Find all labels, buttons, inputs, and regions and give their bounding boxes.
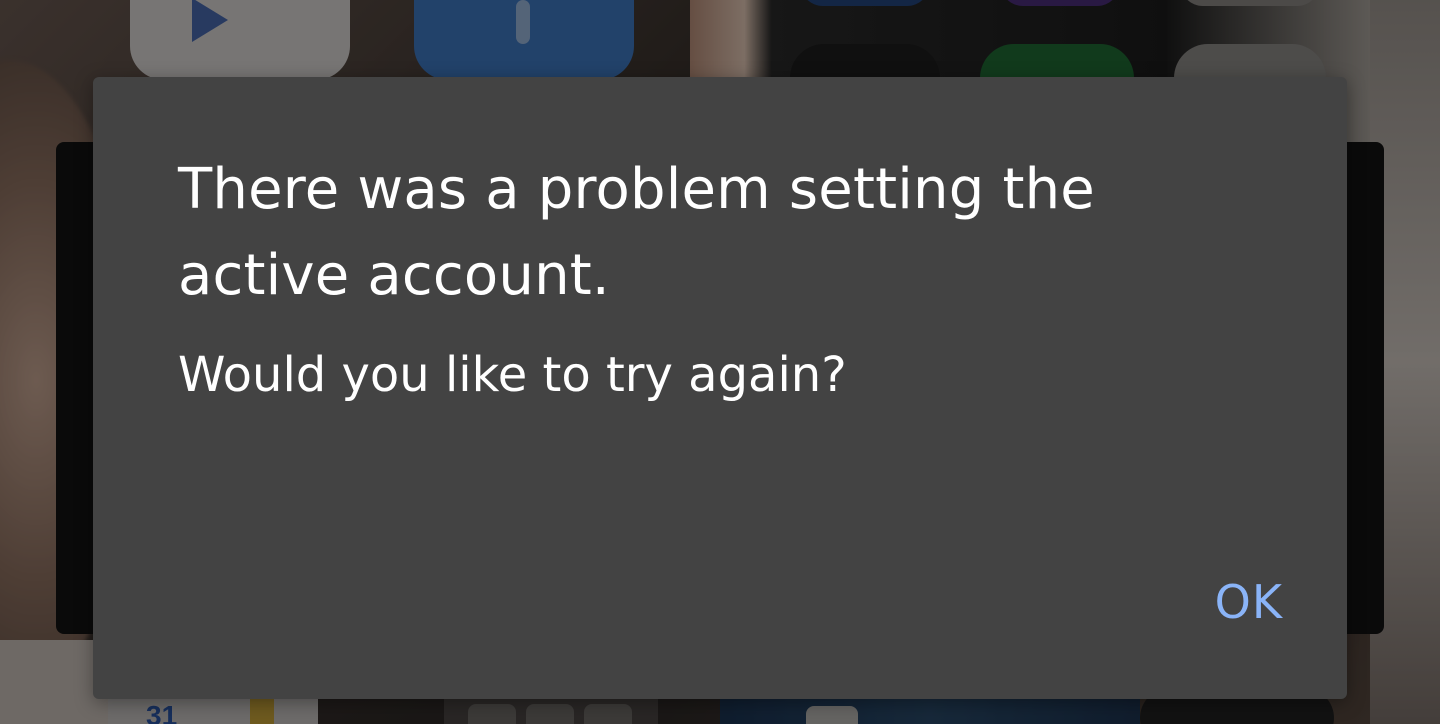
dialog-actions: OK: [1191, 565, 1307, 639]
dialog-message: Would you like to try again?: [178, 347, 847, 403]
ok-button[interactable]: OK: [1191, 565, 1307, 639]
dialog-title: There was a problem setting the active a…: [178, 157, 1095, 308]
home-screen: 31 There was a problem setting the activ…: [0, 0, 1440, 724]
error-dialog: There was a problem setting the active a…: [93, 77, 1347, 699]
